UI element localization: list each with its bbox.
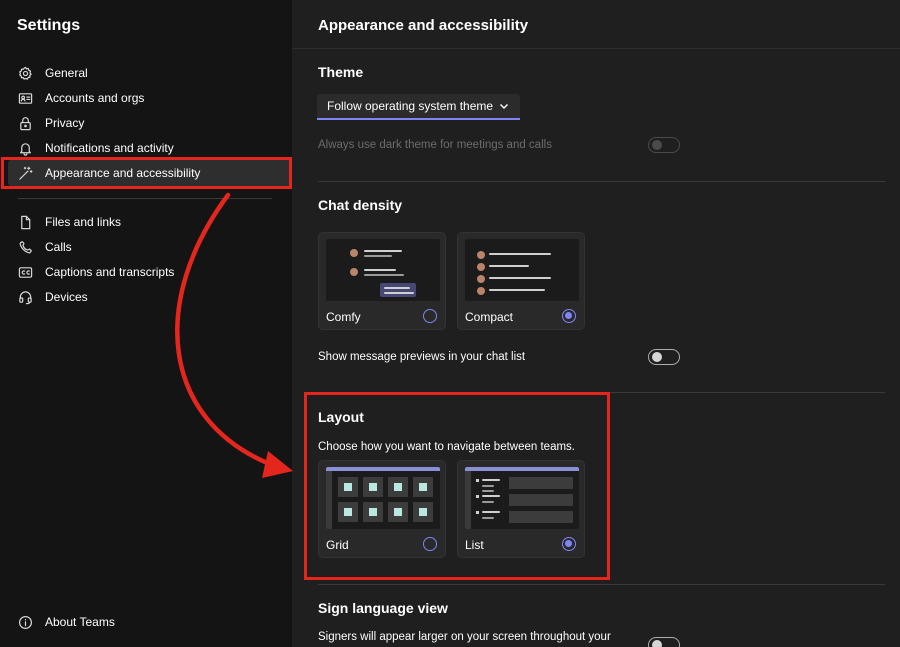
toggle-knob xyxy=(652,352,662,362)
option-label: Comfy xyxy=(326,310,361,324)
page-title: Appearance and accessibility xyxy=(318,17,529,34)
chat-density-section-title: Chat density xyxy=(318,197,403,213)
message-previews-label: Show message previews in your chat list xyxy=(318,351,526,363)
chat-density-option-comfy[interactable]: Comfy xyxy=(318,232,446,330)
dark-meetings-label: Always use dark theme for meetings and c… xyxy=(318,139,552,151)
theme-section-title: Theme xyxy=(318,64,364,80)
annotation-highlight-sidebar xyxy=(1,157,292,189)
section-divider xyxy=(318,584,885,585)
sidebar-item-devices[interactable]: Devices xyxy=(8,284,291,310)
info-icon xyxy=(18,615,33,630)
sidebar-title: Settings xyxy=(17,17,81,34)
id-card-icon xyxy=(18,91,33,106)
sidebar-item-label: Privacy xyxy=(45,116,85,130)
chat-density-option-compact[interactable]: Compact xyxy=(457,232,585,330)
sidebar-item-label: Notifications and activity xyxy=(45,141,174,155)
lock-icon xyxy=(18,116,33,131)
compact-radio[interactable] xyxy=(562,309,576,323)
message-previews-toggle[interactable] xyxy=(648,349,680,365)
option-label: Compact xyxy=(465,310,514,324)
sidebar-item-files[interactable]: Files and links xyxy=(8,209,291,235)
phone-icon xyxy=(18,240,33,255)
theme-dropdown-value: Follow operating system theme xyxy=(327,99,494,113)
bell-icon xyxy=(18,141,33,156)
comfy-preview-image xyxy=(326,239,440,301)
sidebar-item-label: Calls xyxy=(45,240,72,254)
sidebar-item-privacy[interactable]: Privacy xyxy=(8,110,291,136)
theme-dropdown[interactable]: Follow operating system theme xyxy=(317,94,520,120)
sign-language-description: Signers will appear larger on your scree… xyxy=(318,631,611,643)
toggle-knob xyxy=(652,640,662,647)
headset-icon xyxy=(18,290,33,305)
sidebar-item-captions[interactable]: Captions and transcripts xyxy=(8,259,291,285)
comfy-radio[interactable] xyxy=(423,309,437,323)
sidebar-item-label: Accounts and orgs xyxy=(45,91,145,105)
chevron-down-icon xyxy=(498,100,510,112)
dark-meetings-toggle[interactable] xyxy=(648,137,680,153)
sidebar-item-general[interactable]: General xyxy=(8,60,291,86)
toggle-knob xyxy=(652,140,662,150)
annotation-highlight-layout xyxy=(304,392,610,580)
cc-icon xyxy=(18,265,33,280)
section-divider xyxy=(318,181,885,182)
sidebar-item-label: Captions and transcripts xyxy=(45,265,175,279)
settings-sidebar: Settings General Accounts and orgs Priva… xyxy=(0,0,292,647)
sidebar-item-label: Files and links xyxy=(45,215,122,229)
sidebar-item-label: General xyxy=(45,66,88,80)
sidebar-item-about[interactable]: About Teams xyxy=(8,609,291,635)
gear-icon xyxy=(18,66,33,81)
sidebar-item-calls[interactable]: Calls xyxy=(8,234,291,260)
sidebar-item-label: Devices xyxy=(45,290,88,304)
sidebar-divider xyxy=(18,198,272,199)
file-icon xyxy=(18,215,33,230)
compact-preview-image xyxy=(465,239,579,301)
content-header: Appearance and accessibility xyxy=(292,0,900,49)
sidebar-item-accounts[interactable]: Accounts and orgs xyxy=(8,85,291,111)
sign-language-section-title: Sign language view xyxy=(318,600,448,616)
sidebar-item-label: About Teams xyxy=(45,615,115,629)
sign-language-toggle[interactable] xyxy=(648,637,680,647)
